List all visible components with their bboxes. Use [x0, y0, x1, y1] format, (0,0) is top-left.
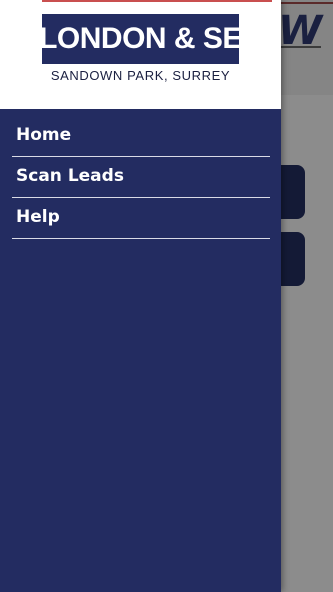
menu-item-home[interactable]: Home [12, 116, 270, 157]
menu-item-label: Home [16, 125, 72, 145]
event-logo: LONDON & SE [39, 14, 242, 64]
logo-title: LONDON & SE [39, 22, 242, 55]
app-screen: W LONDON & SE SANDOWN PARK, SURREY Home … [0, 0, 333, 592]
background-title-underline [281, 46, 321, 48]
menu-item-scan-leads[interactable]: Scan Leads [12, 157, 270, 198]
menu-item-help[interactable]: Help [12, 198, 270, 239]
menu-item-label: Help [16, 207, 60, 227]
menu-item-label: Scan Leads [16, 166, 124, 186]
logo-subtitle: SANDOWN PARK, SURREY [50, 68, 231, 83]
navigation-drawer: LONDON & SE SANDOWN PARK, SURREY Home Sc… [0, 0, 281, 592]
drawer-header: LONDON & SE SANDOWN PARK, SURREY [0, 0, 281, 109]
drawer-menu: Home Scan Leads Help [12, 116, 270, 239]
logo-accent-line [42, 0, 272, 2]
background-header-accent-line [281, 2, 333, 4]
